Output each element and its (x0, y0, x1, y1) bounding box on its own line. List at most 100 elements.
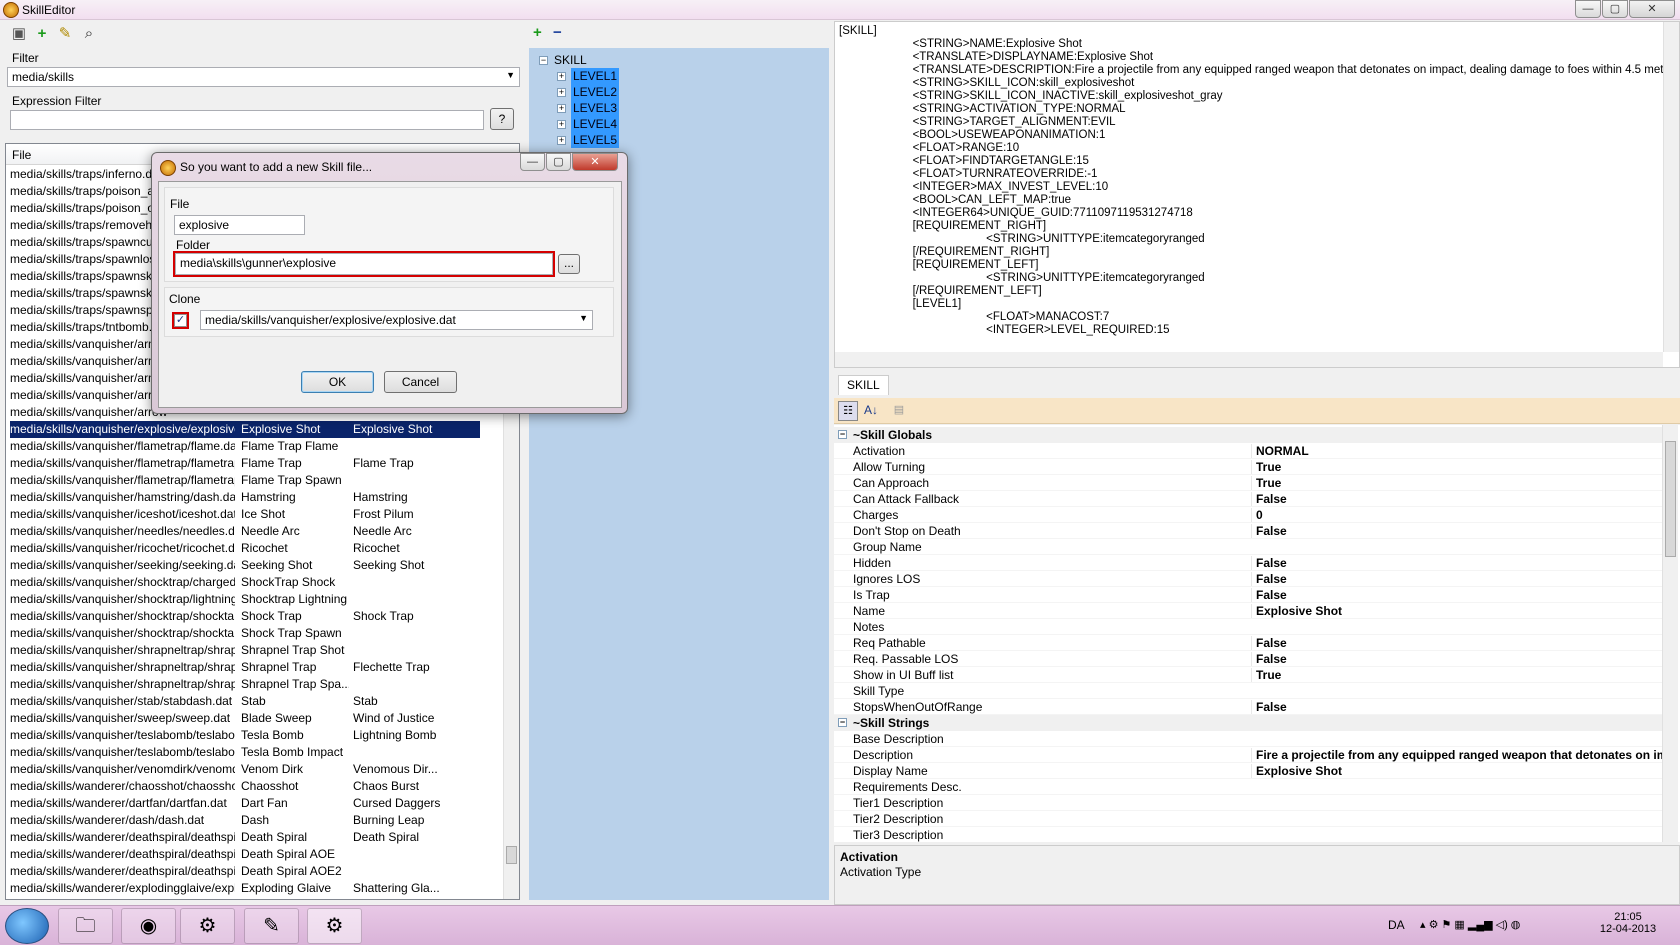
tree-remove-icon[interactable]: − (553, 24, 562, 41)
tree-node-level[interactable]: LEVEL2 (571, 84, 620, 100)
scroll-thumb[interactable] (506, 846, 517, 864)
table-row[interactable]: media/skills/wanderer/deathspiral/deaths… (10, 829, 480, 846)
property-value[interactable]: False (1251, 572, 1664, 586)
explorer-icon[interactable]: 🗀 (58, 908, 113, 944)
property-value[interactable]: False (1251, 556, 1664, 570)
property-value[interactable]: True (1251, 476, 1664, 490)
property-row[interactable]: Activation NORMAL (834, 443, 1664, 459)
table-row[interactable]: media/skills/vanquisher/shocktrap/charge… (10, 574, 480, 591)
table-row[interactable]: media/skills/vanquisher/shocktrap/shockt… (10, 625, 480, 642)
table-row[interactable]: media/skills/wanderer/deathspiral/deaths… (10, 846, 480, 863)
property-row[interactable]: Notes (834, 619, 1664, 635)
tree-node-level[interactable]: LEVEL3 (571, 100, 620, 116)
table-row[interactable]: media/skills/vanquisher/seeking/seeking.… (10, 557, 480, 574)
dialog-maximize-button[interactable]: ▢ (546, 153, 571, 171)
property-value[interactable]: False (1251, 492, 1664, 506)
table-row[interactable]: media/skills/wanderer/dash/dash.dat Dash B… (10, 812, 480, 829)
property-row[interactable]: Name Explosive Shot (834, 603, 1664, 619)
table-row[interactable]: media/skills/vanquisher/stab/stabdash.da… (10, 693, 480, 710)
close-button[interactable]: ✕ (1629, 0, 1675, 18)
property-value[interactable]: Explosive Shot (1251, 764, 1664, 778)
property-row[interactable]: Display Name Explosive Shot (834, 763, 1664, 779)
paint-icon[interactable]: ✎ (244, 908, 299, 944)
filter-combo[interactable]: media/skills ▼ (7, 67, 520, 87)
search-icon[interactable]: ⌕ (80, 25, 98, 43)
expand-icon[interactable]: + (557, 120, 566, 129)
property-row[interactable]: Tier3 Description (834, 827, 1664, 842)
folder-input[interactable]: media\skills\gunner\explosive (173, 251, 555, 277)
table-row[interactable]: media/skills/wanderer/explodingglaive/ex… (10, 880, 480, 897)
property-row[interactable]: Allow Turning True (834, 459, 1664, 475)
ok-button[interactable]: OK (301, 371, 374, 393)
property-row[interactable]: Is Trap False (834, 587, 1664, 603)
browse-folder-button[interactable]: ... (558, 254, 580, 274)
clone-source-combo[interactable]: media/skills/vanquisher/explosive/explos… (200, 310, 593, 330)
table-row[interactable]: media/skills/vanquisher/hamstring/dash.d… (10, 489, 480, 506)
edit-pencil-icon[interactable]: ✎ (56, 25, 74, 43)
minimize-button[interactable]: — (1575, 0, 1601, 18)
sort-az-icon[interactable]: A↓ (861, 401, 881, 421)
save-icon[interactable]: ▣ (10, 25, 28, 43)
property-value[interactable]: True (1251, 460, 1664, 474)
property-row[interactable]: Don't Stop on Death False (834, 523, 1664, 539)
tree-node-level[interactable]: LEVEL4 (571, 116, 620, 132)
xml-vscroll[interactable] (1663, 22, 1679, 352)
language-indicator[interactable]: DA (1388, 918, 1405, 932)
table-row[interactable]: media/skills/vanquisher/teslabomb/teslab… (10, 727, 480, 744)
property-row[interactable]: Show in UI Buff list True (834, 667, 1664, 683)
column-header-file[interactable]: File (12, 148, 31, 162)
tree-add-icon[interactable]: + (533, 24, 542, 41)
property-category[interactable]: − ~Skill Globals (834, 427, 1664, 443)
xml-view[interactable]: [SKILL] <STRING>NAME:Explosive Shot <TRA… (834, 21, 1680, 368)
property-row[interactable]: Can Approach True (834, 475, 1664, 491)
property-row[interactable]: StopsWhenOutOfRange False (834, 699, 1664, 715)
tree-node-level[interactable]: LEVEL5 (571, 132, 620, 148)
expand-icon[interactable]: + (557, 104, 566, 113)
table-row[interactable]: media/skills/wanderer/dartfan/dartfan.da… (10, 795, 480, 812)
property-value[interactable]: NORMAL (1251, 444, 1664, 458)
property-value[interactable]: False (1251, 652, 1664, 666)
tree-node-level[interactable]: LEVEL1 (571, 68, 620, 84)
property-row[interactable]: Tier1 Description (834, 795, 1664, 811)
steam-icon[interactable]: ⚙ (180, 908, 235, 944)
clock[interactable]: 21:05 12-04-2013 (1598, 911, 1658, 935)
property-row[interactable]: Description Fire a projectile from any eq… (834, 747, 1664, 763)
dialog-close-button[interactable]: ✕ (572, 153, 618, 171)
tray-icons[interactable]: ▴ ⚙ ⚑ ▦ ▂▄▆ ◁) ◍ (1420, 918, 1520, 931)
clone-checkbox[interactable]: ✓ (172, 312, 189, 329)
property-row[interactable]: Hidden False (834, 555, 1664, 571)
property-row[interactable]: Req Pathable False (834, 635, 1664, 651)
file-name-input[interactable]: explosive (174, 215, 305, 235)
property-row[interactable]: Tier2 Description (834, 811, 1664, 827)
collapse-icon[interactable]: − (539, 56, 548, 65)
table-row[interactable]: media/skills/vanquisher/explosive/explos… (10, 421, 480, 438)
property-value[interactable]: False (1251, 700, 1664, 714)
table-row[interactable]: media/skills/vanquisher/shrapneltrap/shr… (10, 642, 480, 659)
table-row[interactable]: media/skills/vanquisher/shrapneltrap/shr… (10, 659, 480, 676)
property-row[interactable]: Group Name (834, 539, 1664, 555)
table-row[interactable]: media/skills/wanderer/chaosshot/chaossho… (10, 778, 480, 795)
property-value[interactable]: True (1251, 668, 1664, 682)
table-row[interactable]: media/skills/vanquisher/iceshot/iceshot.… (10, 506, 480, 523)
table-row[interactable]: media/skills/vanquisher/shocktrap/lightn… (10, 591, 480, 608)
property-row[interactable]: Ignores LOS False (834, 571, 1664, 587)
property-pages-icon[interactable]: ▤ (889, 401, 909, 421)
table-row[interactable]: media/skills/vanquisher/flametrap/flamet… (10, 472, 480, 489)
table-row[interactable]: media/skills/vanquisher/needles/needles.… (10, 523, 480, 540)
property-scroll-thumb[interactable] (1665, 441, 1676, 557)
dialog-minimize-button[interactable]: — (520, 153, 545, 171)
collapse-icon[interactable]: − (838, 430, 847, 439)
collapse-icon[interactable]: − (838, 718, 847, 727)
property-row[interactable]: Charges 0 (834, 507, 1664, 523)
add-icon[interactable]: + (33, 25, 51, 43)
property-row[interactable]: Base Description (834, 731, 1664, 747)
property-row[interactable]: Req. Passable LOS False (834, 651, 1664, 667)
property-value[interactable]: 0 (1251, 508, 1664, 522)
categorized-icon[interactable]: ☷ (838, 401, 858, 421)
property-value[interactable]: Explosive Shot (1251, 604, 1664, 618)
xml-hscroll[interactable] (835, 352, 1663, 367)
table-row[interactable]: media/skills/vanquisher/ricochet/ricoche… (10, 540, 480, 557)
property-category[interactable]: − ~Skill Strings (834, 715, 1664, 731)
table-row[interactable]: media/skills/vanquisher/shocktrap/shockt… (10, 608, 480, 625)
table-row[interactable]: media/skills/vanquisher/teslabomb/teslab… (10, 744, 480, 761)
